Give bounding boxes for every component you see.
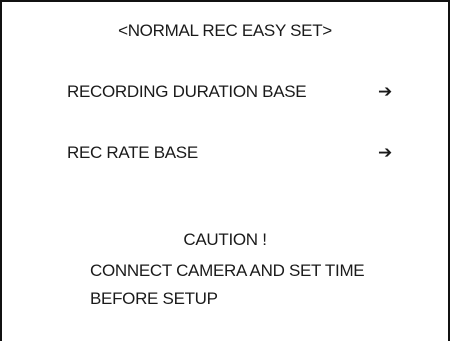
arrow-right-icon: ➔ [378,143,392,162]
caution-message-line: CONNECT CAMERA AND SET TIME [90,261,365,280]
menu-item-rec-rate-base[interactable]: REC RATE BASE ➔ [67,143,392,167]
setup-menu-screen: <NORMAL REC EASY SET> RECORDING DURATION… [0,0,450,341]
menu-item-recording-duration-base[interactable]: RECORDING DURATION BASE ➔ [67,82,392,106]
menu-item-label: RECORDING DURATION BASE [67,82,307,101]
arrow-right-icon: ➔ [378,82,392,101]
caution-message-line: BEFORE SETUP [90,289,218,308]
menu-item-label: REC RATE BASE [67,143,198,162]
screen-title: <NORMAL REC EASY SET> [118,21,332,40]
caution-heading: CAUTION ! [183,230,267,249]
